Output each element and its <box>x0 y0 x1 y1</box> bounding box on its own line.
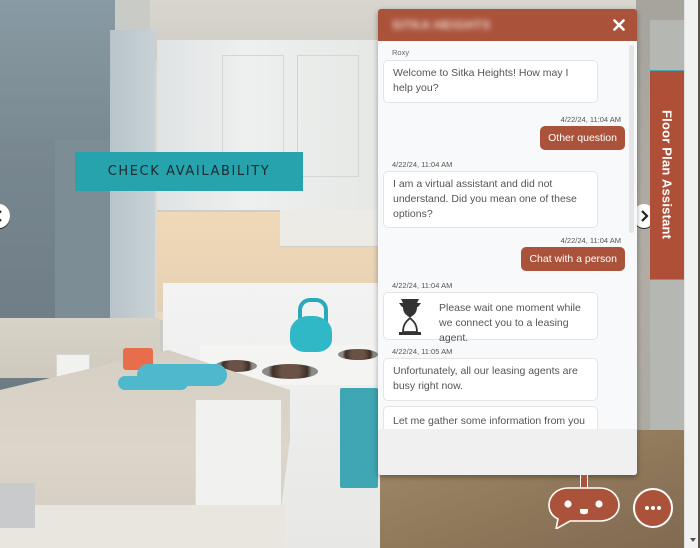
user-message: Chat with a person <box>521 247 625 271</box>
chat-window: SITKA HEIGHTS Roxy Welcome to Sitka Heig… <box>378 9 637 475</box>
chat-title: SITKA HEIGHTS <box>392 18 491 32</box>
bot-message: Please wait one moment while we connect … <box>383 292 598 344</box>
message-timestamp: 4/22/24, 11:04 AM <box>392 281 453 290</box>
hourglass-icon <box>399 299 421 335</box>
chat-header: SITKA HEIGHTS <box>378 9 637 41</box>
more-options-icon <box>651 506 655 510</box>
towel <box>340 388 378 488</box>
more-options-icon <box>657 506 661 510</box>
bot-message-text: Please wait one moment while we connect … <box>439 302 581 344</box>
message-timestamp: 4/22/24, 11:04 AM <box>560 115 621 124</box>
kettle <box>290 316 332 352</box>
scroll-down-arrow-icon[interactable] <box>690 538 696 542</box>
countertop-corner <box>0 483 35 528</box>
message-timestamp: 4/22/24, 11:04 AM <box>392 160 453 169</box>
bot-message: Let me gather some information from you … <box>383 406 598 429</box>
bot-message: Welcome to Sitka Heights! How may I help… <box>383 60 598 103</box>
bot-message: Unfortunately, all our leasing agents ar… <box>383 358 598 401</box>
burner <box>338 349 378 360</box>
chat-bot-face-icon <box>548 487 620 529</box>
check-availability-button[interactable]: CHECK AVAILABILITY <box>75 152 303 191</box>
user-message: Other question <box>540 126 625 150</box>
floor-plan-assistant-label: Floor Plan Assistant <box>659 110 675 240</box>
message-sender: Roxy <box>392 48 410 57</box>
chat-scrollbar-thumb[interactable] <box>629 45 634 233</box>
chat-launcher-button[interactable] <box>548 487 620 529</box>
countertop <box>0 505 285 548</box>
close-icon <box>613 19 625 31</box>
floor-plan-assistant-tab[interactable]: Floor Plan Assistant <box>650 70 684 280</box>
message-timestamp: 4/22/24, 11:04 AM <box>560 236 621 245</box>
chevron-right-icon <box>641 210 649 222</box>
more-options-icon <box>645 506 649 510</box>
bot-message: I am a virtual assistant and did not und… <box>383 171 598 228</box>
more-options-button[interactable] <box>633 488 673 528</box>
chat-input-area[interactable] <box>378 429 637 475</box>
chat-message-list[interactable]: Roxy Welcome to Sitka Heights! How may I… <box>378 41 637 429</box>
oven-mitt <box>137 364 227 386</box>
message-timestamp: 4/22/24, 11:05 AM <box>392 347 453 356</box>
burner <box>262 364 318 379</box>
ceiling <box>0 0 115 140</box>
chat-close-button[interactable] <box>610 16 628 34</box>
chevron-left-icon <box>0 210 2 222</box>
cabinet-door <box>297 55 359 177</box>
range-hood <box>280 210 380 247</box>
